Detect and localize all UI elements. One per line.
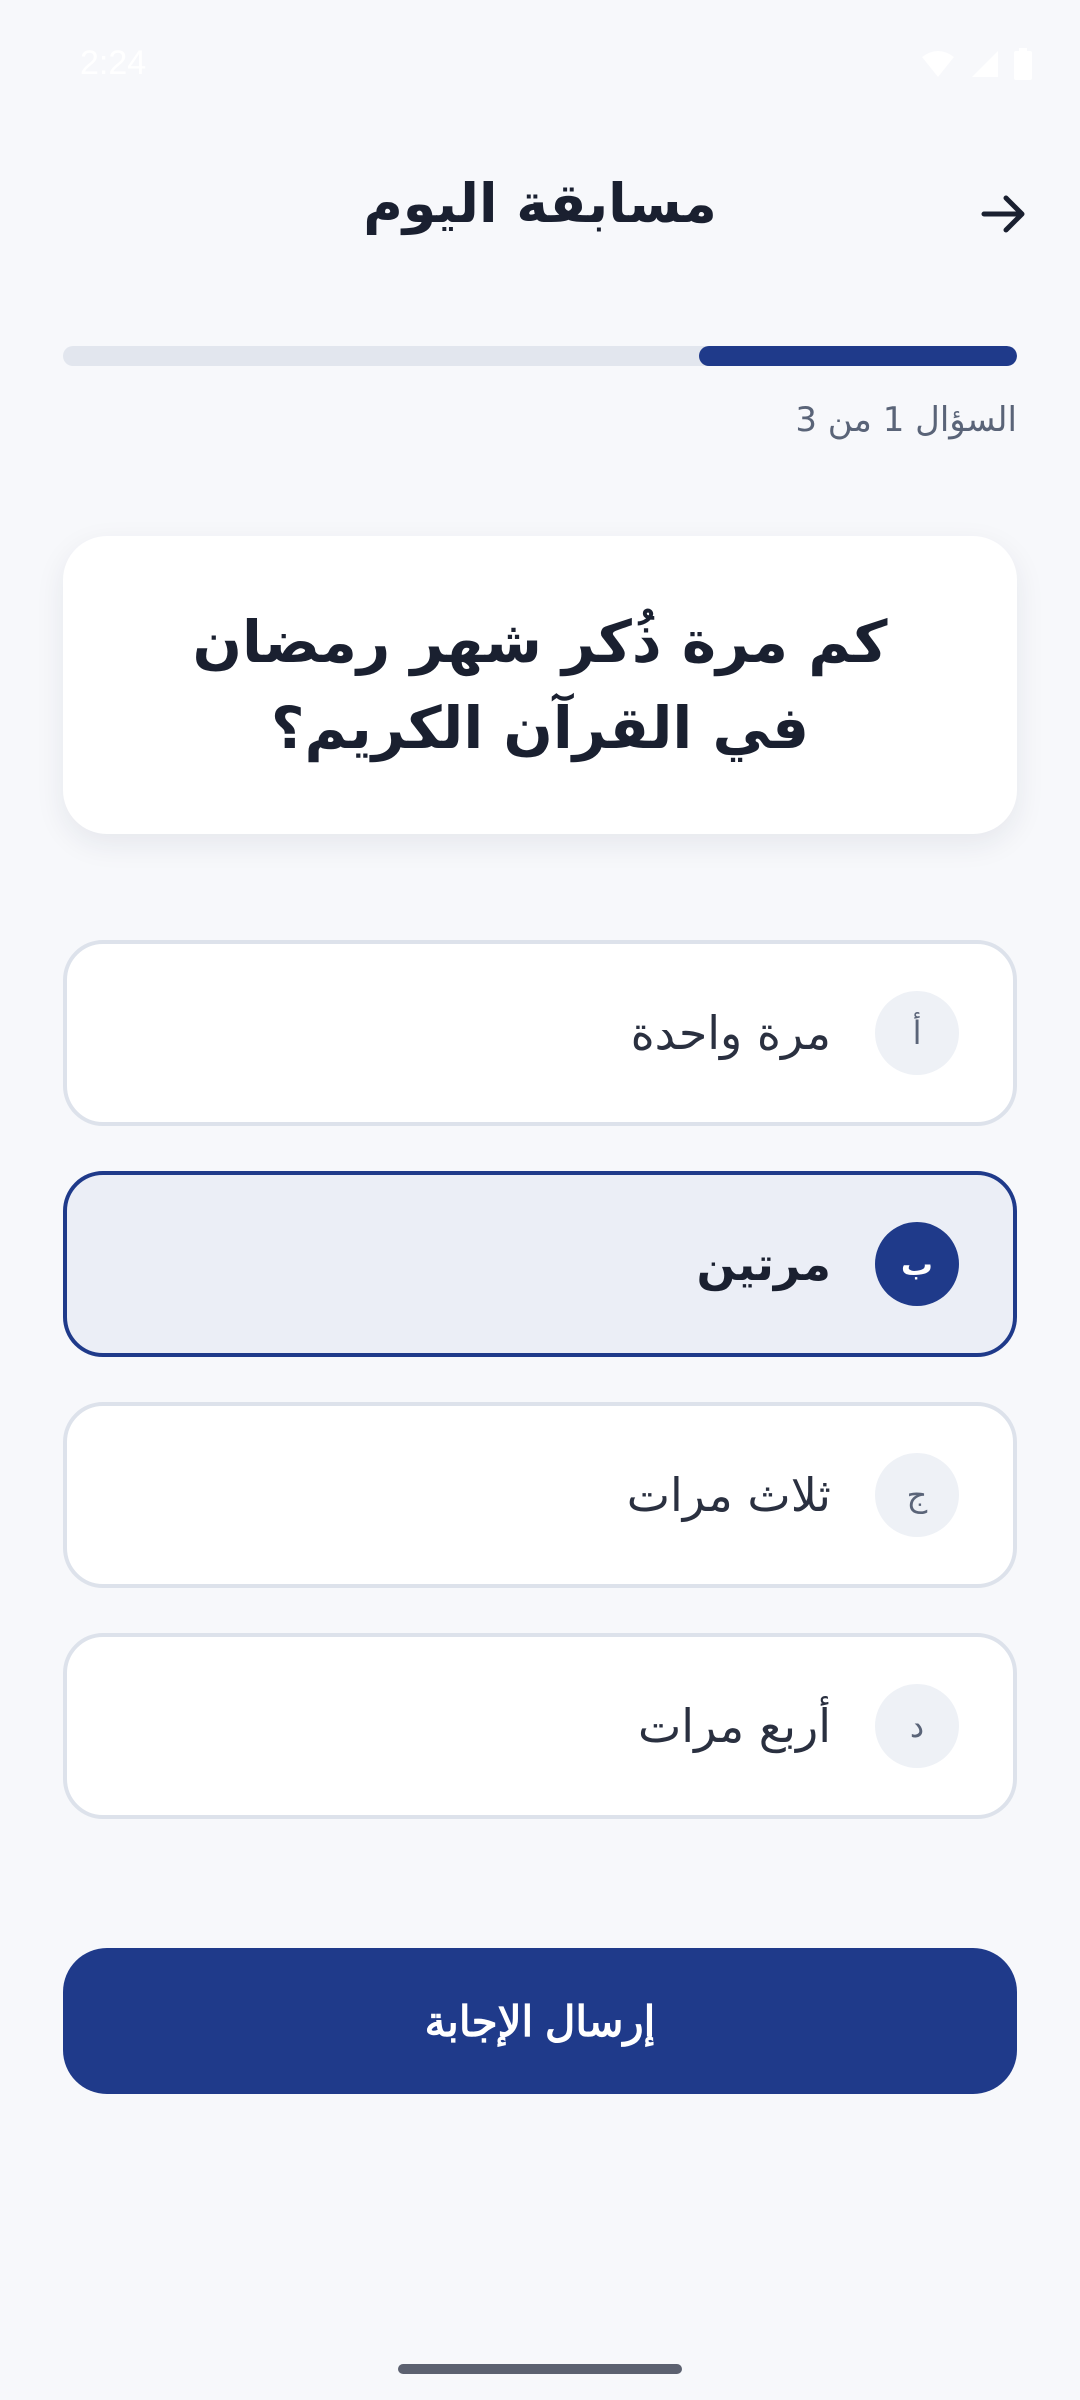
status-icons [920,48,1032,84]
option-a[interactable]: أ مرة واحدة [63,940,1017,1126]
option-d[interactable]: د أربع مرات [63,1633,1017,1819]
submit-answer-button[interactable]: إرسال الإجابة [63,1948,1017,2094]
back-button[interactable] [968,180,1040,252]
page-title: مسابقة اليوم [363,172,717,235]
option-letter-badge: ب [875,1222,959,1306]
option-c[interactable]: ج ثلاث مرات [63,1402,1017,1588]
battery-icon [1014,48,1032,84]
option-label: مرة واحدة [630,1006,831,1060]
option-label: أربع مرات [637,1699,831,1753]
progress-bar [63,346,1017,366]
option-label: مرتين [696,1237,831,1291]
quiz-screen: 2:24 مسابقة اليوم السؤال 1 من 3 كم مرة ذ… [0,0,1080,2400]
question-card: كم مرة ذُكر شهر رمضان في القرآن الكريم؟ [63,536,1017,834]
question-text: كم مرة ذُكر شهر رمضان في القرآن الكريم؟ [192,608,888,762]
arrow-right-icon [978,188,1030,244]
header: مسابقة اليوم [0,160,1080,260]
option-b[interactable]: ب مرتين [63,1171,1017,1357]
signal-icon [970,49,1000,83]
status-time: 2:24 [80,44,147,82]
option-letter-badge: أ [875,991,959,1075]
home-indicator[interactable] [398,2364,682,2374]
wifi-icon [920,49,956,83]
status-bar: 2:24 [0,0,1080,130]
option-letter-badge: د [875,1684,959,1768]
option-letter-badge: ج [875,1453,959,1537]
progress-label: السؤال 1 من 3 [795,400,1017,440]
option-label: ثلاث مرات [626,1468,831,1522]
progress-fill [699,346,1017,366]
